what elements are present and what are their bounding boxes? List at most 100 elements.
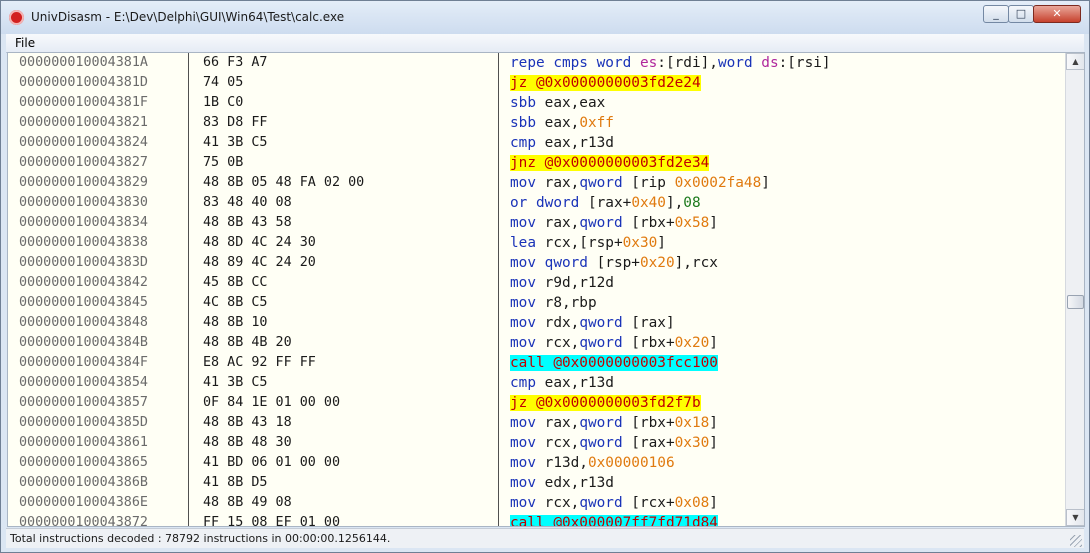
address-cell: 0000000100043829 bbox=[19, 175, 148, 190]
instruction-cell: mov rax,qword [rbx+0x18] bbox=[510, 415, 718, 431]
instruction-token: qword bbox=[579, 315, 632, 331]
opcode-bytes-cell: 48 8B 10 bbox=[203, 315, 268, 330]
title-bar[interactable]: UnivDisasm - E:\Dev\Delphi\GUI\Win64\Tes… bbox=[1, 1, 1089, 34]
instruction-cell: jnz @0x0000000003fd2e34 bbox=[510, 155, 710, 171]
instruction-cell: sbb eax,eax bbox=[510, 95, 605, 111]
table-row[interactable]: 0000000100043830 83 48 40 08 or dword [rax… bbox=[8, 193, 1064, 213]
table-row[interactable]: 0000000100043865 41 BD 06 01 00 00 mov r13… bbox=[8, 453, 1064, 473]
table-row[interactable]: 0000000100043838 48 8D 4C 24 30 lea rcx,[r… bbox=[8, 233, 1064, 253]
instruction-token: eax,r13d bbox=[544, 375, 614, 391]
instruction-token: dword bbox=[536, 195, 588, 211]
column-separator[interactable] bbox=[498, 53, 499, 526]
address-cell: 000000010004385D bbox=[19, 415, 148, 430]
disassembly-list[interactable]: 000000010004381A 66 F3 A7 repe cmps word e… bbox=[7, 52, 1085, 527]
scroll-thumb[interactable] bbox=[1067, 295, 1084, 309]
maximize-button[interactable]: □ bbox=[1008, 5, 1034, 23]
instruction-cell: mov rcx,qword [rax+0x30] bbox=[510, 435, 718, 451]
table-row[interactable]: 0000000100043857 0F 84 1E 01 00 00 jz @0x0… bbox=[8, 393, 1064, 413]
instruction-token: [rip bbox=[631, 175, 675, 191]
instruction-token: [rcx+ bbox=[631, 495, 675, 511]
table-row[interactable]: 0000000100043834 48 8B 43 58 mov rax,qword… bbox=[8, 213, 1064, 233]
table-row[interactable]: 0000000100043829 48 8B 05 48 FA 02 00 mov … bbox=[8, 173, 1064, 193]
scroll-down-icon: ▼ bbox=[1072, 513, 1079, 522]
address-cell: 0000000100043824 bbox=[19, 135, 148, 150]
table-row[interactable]: 0000000100043848 48 8B 10 mov rdx,qword [r… bbox=[8, 313, 1064, 333]
table-row[interactable]: 0000000100043872 FF 15 08 EF 01 00 call @0… bbox=[8, 513, 1064, 527]
instruction-cell: lea rcx,[rsp+0x30] bbox=[510, 235, 666, 251]
instruction-token: or bbox=[510, 195, 536, 211]
instruction-token: eax,r13d bbox=[544, 135, 614, 151]
table-row[interactable]: 000000010004383D 48 89 4C 24 20 mov qword … bbox=[8, 253, 1064, 273]
instruction-token: mov bbox=[510, 415, 545, 431]
opcode-bytes-cell: 0F 84 1E 01 00 00 bbox=[203, 395, 341, 410]
instruction-token: mov bbox=[510, 295, 545, 311]
opcode-bytes-cell: 1B C0 bbox=[203, 95, 244, 110]
instruction-cell: mov r8,rbp bbox=[510, 295, 597, 311]
instruction-token: qword bbox=[579, 335, 632, 351]
instruction-token: [rax+ bbox=[631, 435, 675, 451]
scroll-up-button[interactable]: ▲ bbox=[1066, 53, 1084, 70]
instruction-token: :[rdi], bbox=[657, 55, 718, 71]
instruction-token: mov bbox=[510, 475, 545, 491]
vertical-scrollbar[interactable]: ▲ ▼ bbox=[1065, 53, 1084, 526]
address-cell: 0000000100043857 bbox=[19, 395, 148, 410]
instruction-token: [rax] bbox=[631, 315, 675, 331]
table-row[interactable]: 0000000100043861 48 8B 48 30 mov rcx,qword… bbox=[8, 433, 1064, 453]
opcode-bytes-cell: 48 8B 48 30 bbox=[203, 435, 292, 450]
instruction-cell: mov rcx,qword [rbx+0x20] bbox=[510, 335, 718, 351]
instruction-token: mov bbox=[510, 255, 545, 271]
instruction-token: [rbx+ bbox=[631, 335, 675, 351]
address-cell: 000000010004384B bbox=[19, 335, 148, 350]
opcode-bytes-cell: 48 8B 05 48 FA 02 00 bbox=[203, 175, 365, 190]
table-row[interactable]: 0000000100043824 41 3B C5 cmp eax,r13d bbox=[8, 133, 1064, 153]
instruction-cell: jz @0x0000000003fd2e24 bbox=[510, 75, 701, 91]
instruction-cell: repe cmps word es:[rdi],word ds:[rsi] bbox=[510, 55, 831, 71]
instruction-token: rdx, bbox=[544, 315, 580, 331]
opcode-bytes-cell: 41 8B D5 bbox=[203, 475, 268, 490]
table-row[interactable]: 0000000100043842 45 8B CC mov r9d,r12d bbox=[8, 273, 1064, 293]
table-row[interactable]: 000000010004385D 48 8B 43 18 mov rax,qword… bbox=[8, 413, 1064, 433]
table-row[interactable]: 000000010004381A 66 F3 A7 repe cmps word e… bbox=[8, 53, 1064, 73]
instruction-cell: call @0x0000000003fcc100 bbox=[510, 355, 718, 371]
address-cell: 0000000100043854 bbox=[19, 375, 148, 390]
instruction-cell: sbb eax,0xff bbox=[510, 115, 614, 131]
address-cell: 000000010004381A bbox=[19, 55, 148, 70]
minimize-button[interactable]: _ bbox=[983, 5, 1009, 23]
table-row[interactable]: 0000000100043827 75 0B jnz @0x0000000003fd… bbox=[8, 153, 1064, 173]
opcode-bytes-cell: 75 0B bbox=[203, 155, 244, 170]
opcode-bytes-cell: 48 8D 4C 24 30 bbox=[203, 235, 316, 250]
table-row[interactable]: 0000000100043845 4C 8B C5 mov r8,rbp bbox=[8, 293, 1064, 313]
table-row[interactable]: 000000010004386E 48 8B 49 08 mov rcx,qword… bbox=[8, 493, 1064, 513]
instruction-token: 0x20 bbox=[674, 335, 710, 351]
menu-bar: File bbox=[6, 34, 1084, 53]
main-window: UnivDisasm - E:\Dev\Delphi\GUI\Win64\Tes… bbox=[0, 0, 1090, 553]
scroll-down-button[interactable]: ▼ bbox=[1066, 509, 1084, 526]
opcode-bytes-cell: 41 3B C5 bbox=[203, 375, 268, 390]
window-title: UnivDisasm - E:\Dev\Delphi\GUI\Win64\Tes… bbox=[31, 10, 345, 24]
table-row[interactable]: 000000010004381F 1B C0 sbb eax,eax bbox=[8, 93, 1064, 113]
instruction-token: call @0x000007ff7fd71d84 bbox=[510, 515, 718, 527]
opcode-bytes-cell: E8 AC 92 FF FF bbox=[203, 355, 316, 370]
instruction-cell: mov edx,r13d bbox=[510, 475, 614, 491]
column-separator[interactable] bbox=[188, 53, 189, 526]
instruction-token: qword bbox=[579, 495, 632, 511]
instruction-cell: or dword [rax+0x40],08 bbox=[510, 195, 701, 211]
table-row[interactable]: 000000010004381D 74 05 jz @0x0000000003fd2… bbox=[8, 73, 1064, 93]
resize-grip-icon[interactable] bbox=[1070, 535, 1082, 547]
instruction-token: mov bbox=[510, 175, 545, 191]
app-icon[interactable] bbox=[9, 10, 24, 25]
table-row[interactable]: 000000010004384B 48 8B 4B 20 mov rcx,qword… bbox=[8, 333, 1064, 353]
scroll-up-icon: ▲ bbox=[1072, 57, 1079, 66]
minimize-icon: _ bbox=[993, 7, 999, 20]
menu-file[interactable]: File bbox=[15, 36, 35, 50]
instruction-token: ],rcx bbox=[674, 255, 718, 271]
table-row[interactable]: 000000010004384F E8 AC 92 FF FF call @0x00… bbox=[8, 353, 1064, 373]
table-row[interactable]: 0000000100043854 41 3B C5 cmp eax,r13d bbox=[8, 373, 1064, 393]
instruction-cell: cmp eax,r13d bbox=[510, 135, 614, 151]
table-row[interactable]: 0000000100043821 83 D8 FF sbb eax,0xff bbox=[8, 113, 1064, 133]
opcode-bytes-cell: 66 F3 A7 bbox=[203, 55, 268, 70]
instruction-cell: mov r9d,r12d bbox=[510, 275, 614, 291]
address-cell: 000000010004381F bbox=[19, 95, 148, 110]
close-button[interactable]: ✕ bbox=[1033, 5, 1081, 23]
table-row[interactable]: 000000010004386B 41 8B D5 mov edx,r13d bbox=[8, 473, 1064, 493]
